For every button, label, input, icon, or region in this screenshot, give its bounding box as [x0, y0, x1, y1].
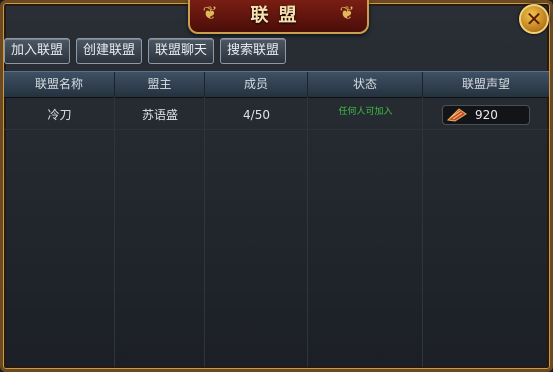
cell-leader: 苏语盛 — [141, 108, 178, 122]
cell-reputation: 920 — [423, 101, 549, 129]
close-icon: ✕ — [525, 7, 543, 31]
tab-search-alliance[interactable]: 搜索联盟 — [220, 38, 287, 64]
ornament-right-icon: ❦ — [339, 3, 355, 24]
table-row[interactable]: 冷刀 苏语盛 4/50 任何人可加入 920 — [4, 101, 549, 130]
header-leader[interactable]: 盟主 — [115, 72, 205, 97]
reputation-box: 920 — [442, 105, 530, 125]
title-plate: ❦ 联盟 ❦ — [188, 0, 369, 34]
window-title: 联盟 — [250, 5, 307, 26]
grid-column — [4, 97, 115, 367]
reputation-value: 920 — [475, 108, 498, 122]
header-members[interactable]: 成员 — [205, 72, 308, 97]
grid-column — [115, 97, 205, 367]
close-button[interactable]: ✕ — [519, 4, 549, 34]
cell-members: 4/50 — [243, 108, 270, 122]
tab-bar: 加入联盟 创建联盟 联盟聊天 搜索联盟 — [4, 38, 287, 64]
grid-column — [423, 97, 549, 367]
grid-column — [205, 97, 308, 367]
ornament-left-icon: ❦ — [202, 3, 218, 24]
cell-status: 任何人可加入 — [338, 107, 393, 117]
table-grid — [4, 97, 549, 367]
table-header: 联盟名称 盟主 成员 状态 联盟声望 — [4, 71, 549, 98]
tab-join-alliance[interactable]: 加入联盟 — [4, 38, 71, 64]
grid-column — [308, 97, 423, 367]
tab-alliance-chat[interactable]: 联盟聊天 — [148, 38, 215, 64]
reputation-banner-icon — [447, 108, 467, 122]
header-status[interactable]: 状态 — [308, 72, 423, 97]
tab-create-alliance[interactable]: 创建联盟 — [76, 38, 143, 64]
header-alliance-name[interactable]: 联盟名称 — [4, 72, 115, 97]
header-reputation[interactable]: 联盟声望 — [423, 72, 549, 97]
cell-alliance-name: 冷刀 — [47, 108, 72, 122]
